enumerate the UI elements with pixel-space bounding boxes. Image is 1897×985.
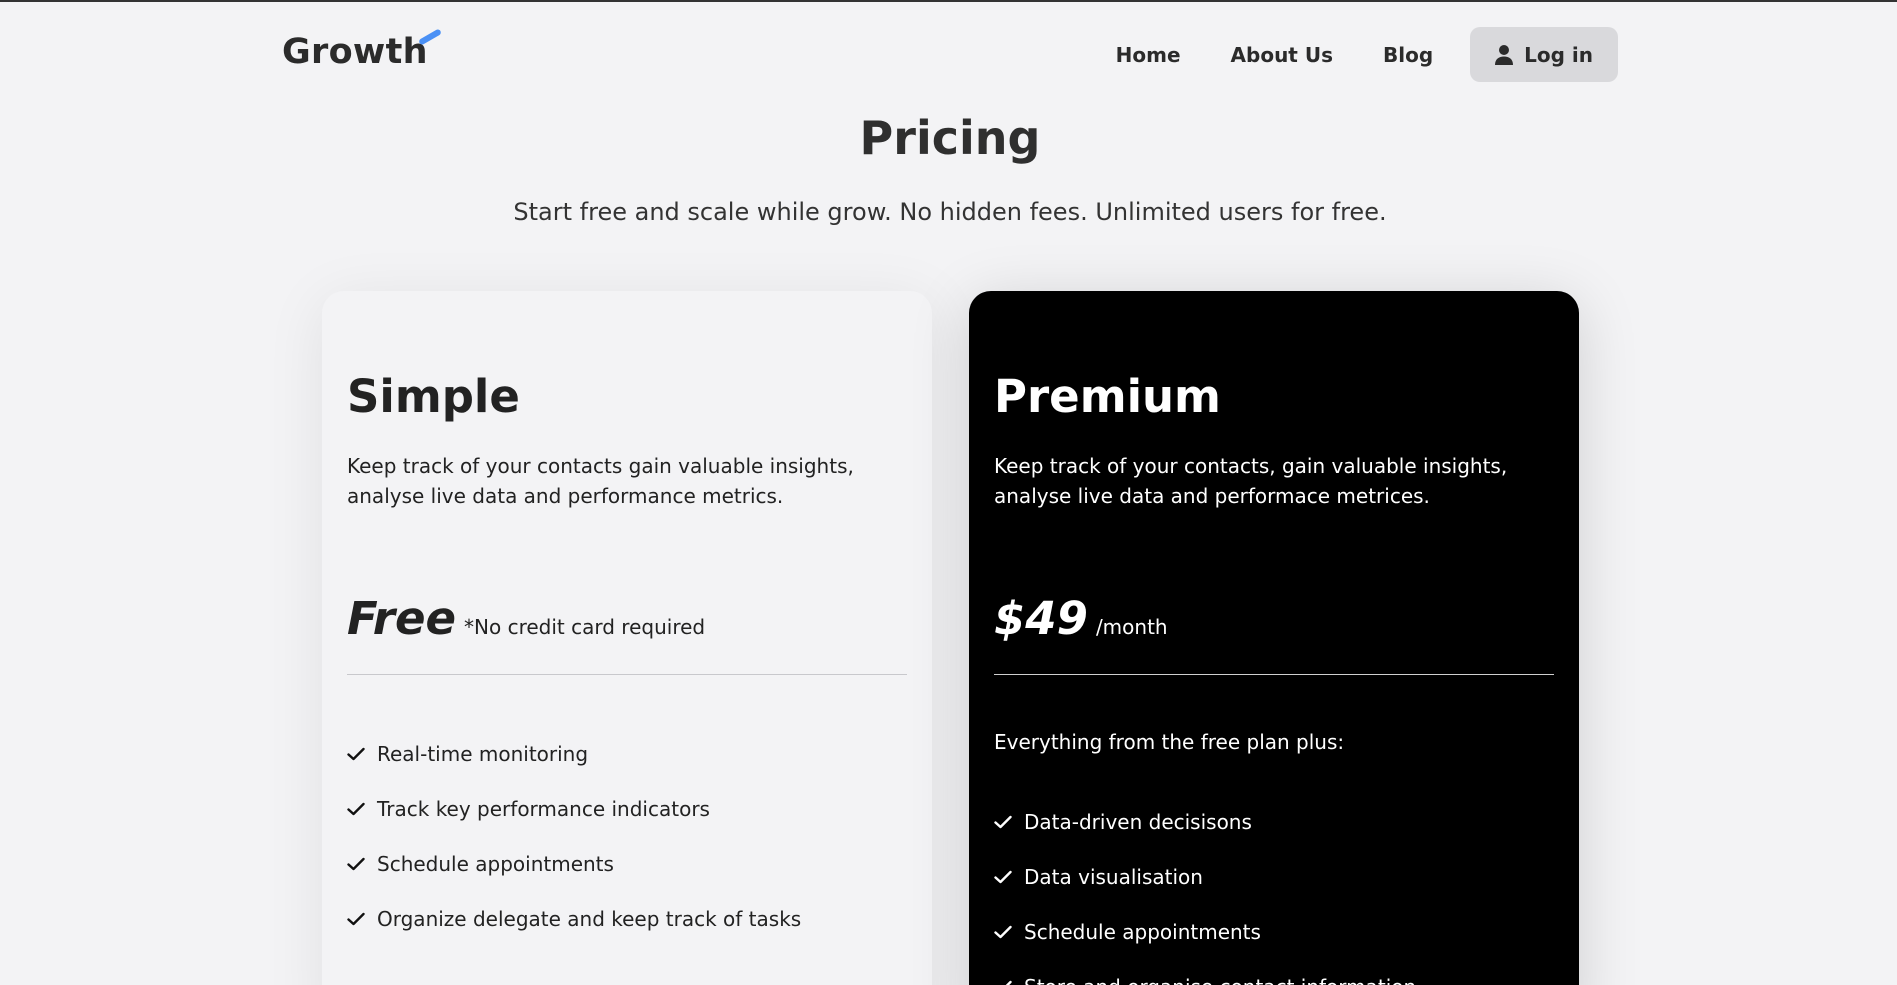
check-icon (994, 925, 1012, 938)
plan-description: Keep track of your contacts gain valuabl… (347, 454, 854, 508)
plan-name: Simple (347, 370, 520, 423)
feature-label: Real-time monitoring (377, 741, 589, 766)
feature-label: Store and organise contact information (1024, 975, 1416, 985)
feature-label: Data-driven decisisons (1024, 809, 1252, 834)
check-icon (347, 802, 365, 815)
plan-card-simple: Simple Keep track of your contacts gain … (322, 291, 932, 985)
feature-item: Organize delegate and keep track of task… (347, 891, 801, 946)
plan-description: Keep track of your contacts, gain valuab… (994, 454, 1508, 508)
feature-list: Real-time monitoring Track key performan… (347, 726, 801, 946)
plan-intro: Everything from the free plan plus: (994, 730, 1345, 754)
check-icon (347, 747, 365, 760)
plan-price: $49 (994, 592, 1088, 645)
divider (994, 674, 1554, 675)
price-row: Free *No credit card required (347, 591, 705, 647)
page-subtitle: Start free and scale while grow. No hidd… (513, 198, 1387, 226)
divider (347, 674, 907, 675)
feature-item: Data-driven decisisons (994, 794, 1416, 849)
pricing-page: Growth Home About Us Blog Log in Pricing… (0, 0, 1897, 985)
check-icon (994, 870, 1012, 883)
feature-item: Real-time monitoring (347, 726, 801, 781)
check-icon (1005, 980, 1012, 985)
feature-label: Data visualisation (1024, 864, 1203, 889)
price-note: /month (1095, 615, 1168, 639)
login-button[interactable]: Log in (1470, 27, 1618, 82)
feature-label: Schedule appointments (1024, 919, 1261, 944)
user-icon (1495, 44, 1514, 65)
nav-blog-link[interactable]: Blog (1383, 43, 1433, 67)
top-border (0, 0, 1897, 2)
check-icon (347, 912, 365, 925)
price-row: $49 /month (994, 591, 1168, 647)
check-icon (994, 815, 1012, 828)
feature-label: Track key performance indicators (377, 796, 710, 821)
nav-about-link[interactable]: About Us (1231, 43, 1333, 67)
plan-price: Free (347, 592, 457, 645)
feature-item: Data visualisation (994, 849, 1416, 904)
feature-item: Track key performance indicators (347, 781, 801, 836)
page-title: Pricing (859, 111, 1041, 165)
main-nav: Home About Us Blog Log in (1116, 27, 1618, 82)
feature-item: Store and organise contact information (994, 959, 1416, 985)
login-label: Log in (1524, 42, 1593, 67)
plan-name: Premium (994, 370, 1221, 423)
feature-list: Data-driven decisisons Data visualisatio… (994, 794, 1416, 985)
feature-label: Organize delegate and keep track of task… (377, 906, 802, 931)
plan-card-premium: Premium Keep track of your contacts, gai… (969, 291, 1579, 985)
price-note: *No credit card required (464, 615, 706, 639)
feature-item: Schedule appointments (994, 904, 1416, 959)
feature-label: Schedule appointments (377, 851, 614, 876)
feature-item: Schedule appointments (347, 836, 801, 891)
nav-home-link[interactable]: Home (1116, 43, 1181, 67)
check-icon (347, 857, 365, 870)
logo[interactable]: Growth (282, 30, 428, 74)
